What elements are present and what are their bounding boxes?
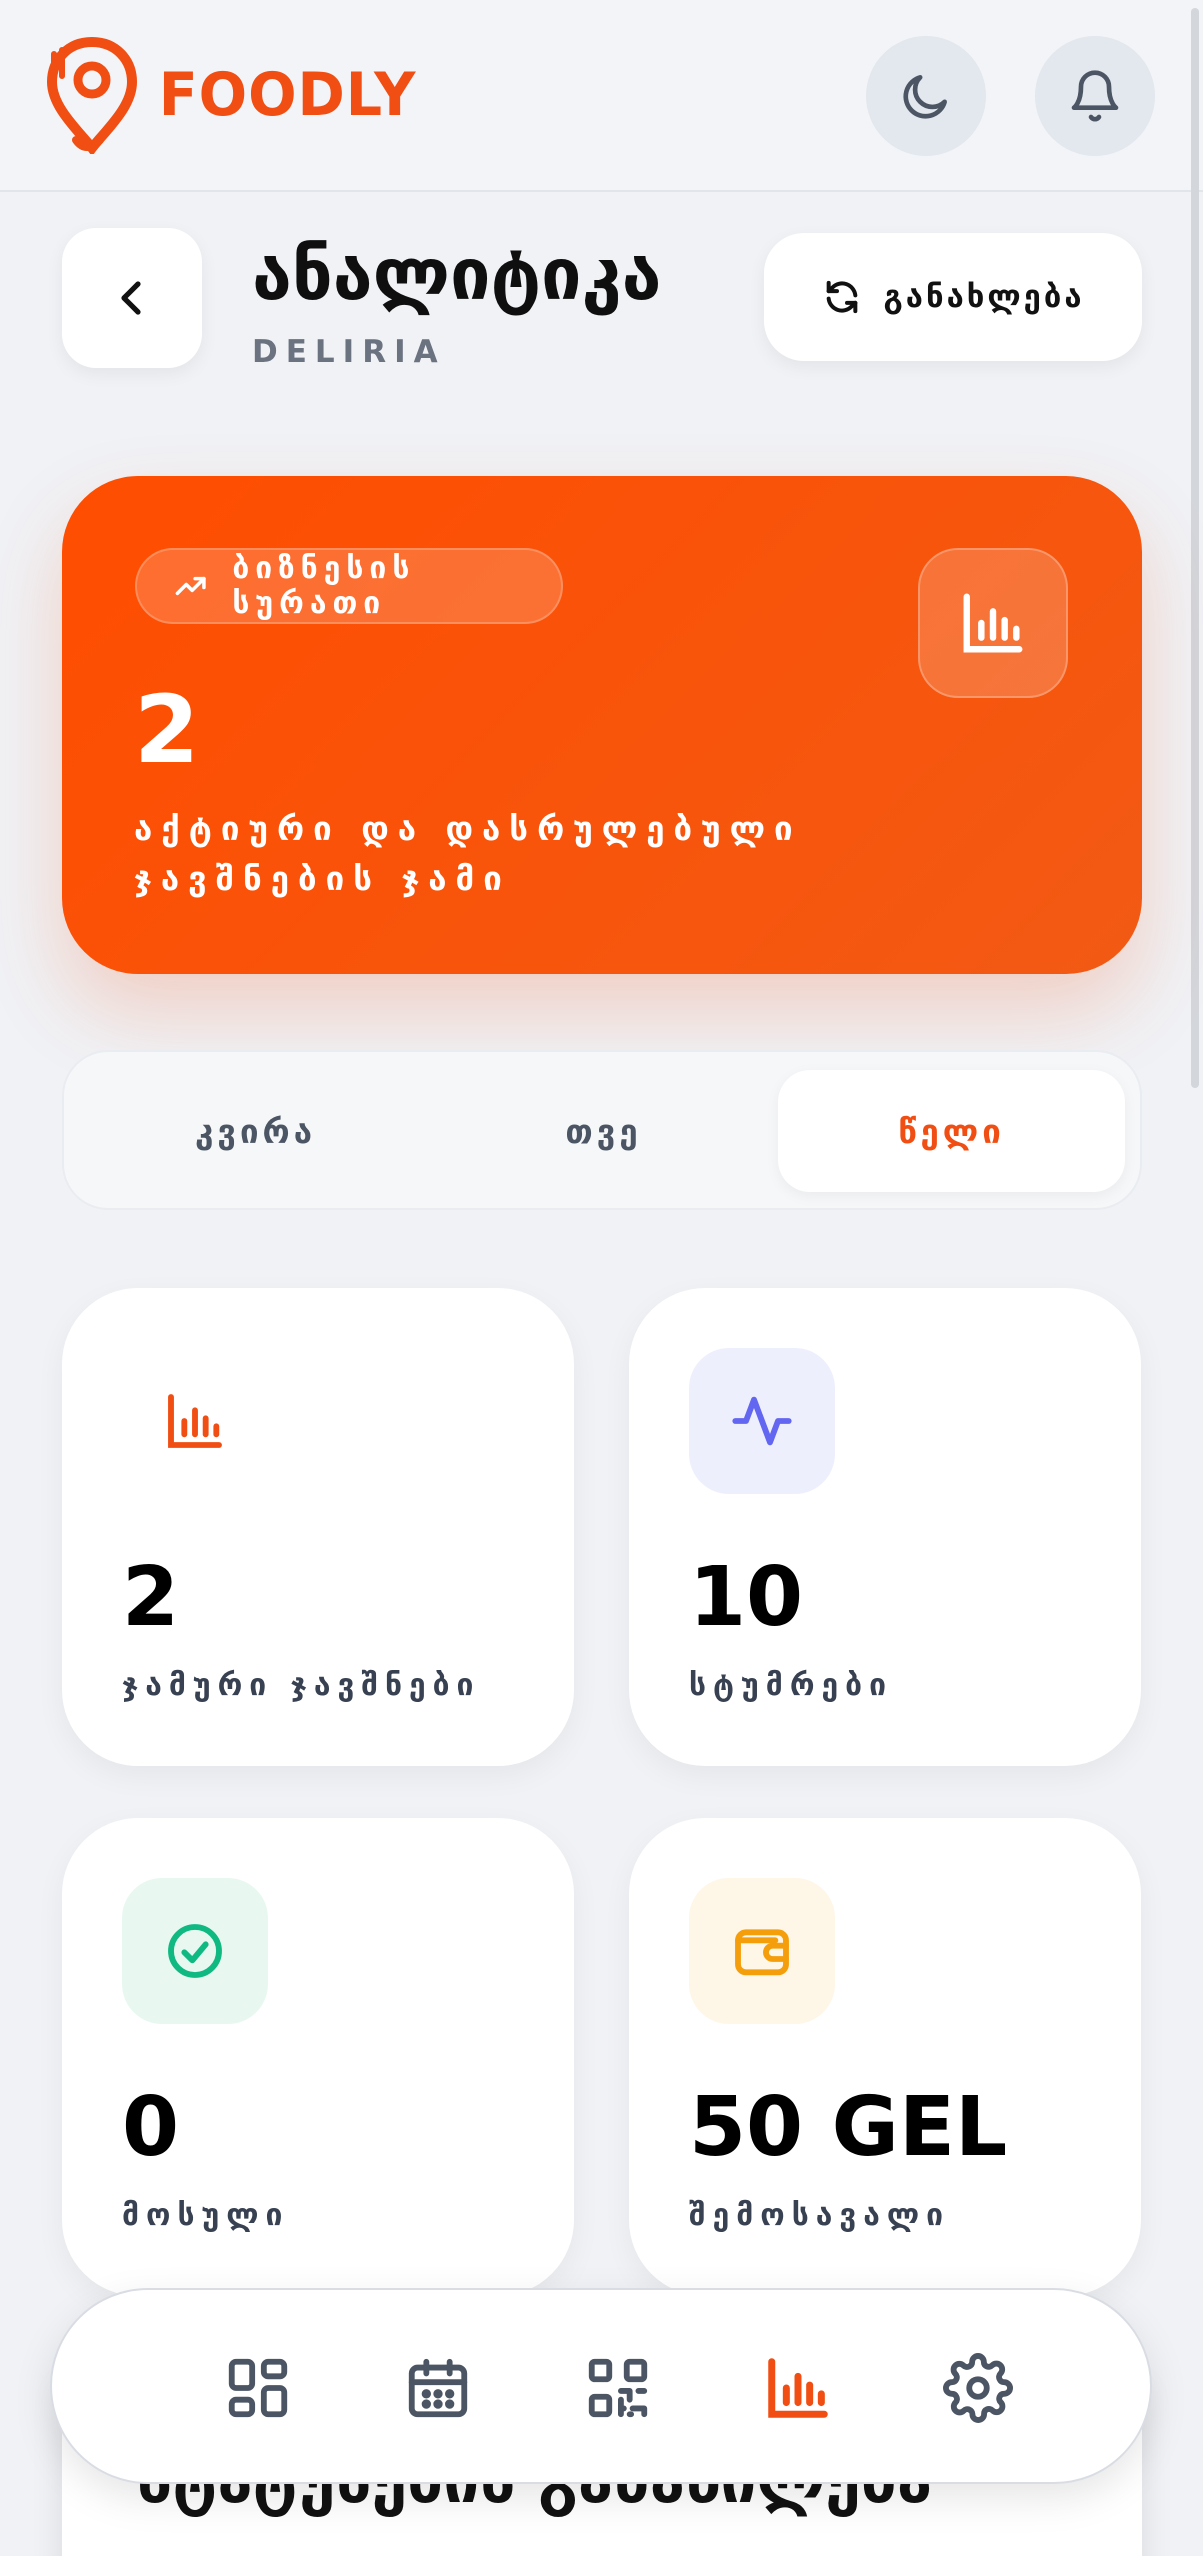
stat-card-revenue: 50 GEL შემოსავალი [629, 1818, 1141, 2296]
stat-icon-box [122, 1878, 268, 2024]
notifications-button[interactable] [1035, 36, 1155, 156]
page-scrollbar[interactable] [1191, 8, 1199, 1088]
stat-value: 10 [689, 1550, 804, 1645]
bottom-navigation [50, 2288, 1152, 2484]
theme-toggle-button[interactable] [866, 36, 986, 156]
settings-icon [943, 2353, 1013, 2423]
stat-value: 50 GEL [689, 2080, 1008, 2175]
dashboard-icon [228, 2358, 288, 2418]
business-summary-card: ბიზნესის სურათი 2 აქტიური და დასრულებული… [62, 476, 1142, 974]
summary-description: აქტიური და დასრულებული ჯავშნების ჯამი [134, 809, 802, 898]
check-circle-icon [168, 1924, 222, 1978]
nav-qr-scanner[interactable] [568, 2338, 668, 2438]
bell-icon [1071, 70, 1119, 122]
qr-code-icon [588, 2358, 648, 2418]
refresh-label: განახლება [883, 279, 1085, 315]
stat-label: მოსული [122, 2198, 290, 2233]
brand-logo[interactable]: FOODLY [46, 36, 423, 154]
refresh-button[interactable]: განახლება [764, 233, 1142, 361]
location-pin-icon [46, 36, 138, 154]
analytics-icon [768, 2358, 828, 2418]
brand-name: FOODLY [158, 60, 417, 130]
period-tabs: კვირა თვე წელი [62, 1050, 1142, 1210]
nav-calendar[interactable] [388, 2338, 488, 2438]
stat-card-guests: 10 სტუმრები [629, 1288, 1141, 1766]
tab-month[interactable]: თვე [430, 1070, 777, 1192]
page-title: ანალიტიკა [252, 232, 662, 316]
moon-icon [903, 75, 947, 119]
business-overview-badge: ბიზნესის სურათი [135, 548, 563, 624]
nav-dashboard[interactable] [208, 2338, 308, 2438]
stat-label: შემოსავალი [689, 2198, 951, 2233]
nav-analytics[interactable] [748, 2338, 848, 2438]
bar-chart-icon [168, 1394, 222, 1448]
trending-up-icon [175, 576, 206, 596]
bar-chart-icon [963, 593, 1023, 653]
badge-label: ბიზნესის სურათი [232, 551, 416, 621]
tab-year[interactable]: წელი [778, 1070, 1125, 1192]
wallet-icon [735, 1929, 789, 1976]
stat-value: 0 [122, 2080, 180, 2175]
stat-card-arrived: 0 მოსული [62, 1818, 574, 2296]
back-button[interactable] [62, 228, 202, 368]
stat-value: 2 [122, 1550, 180, 1645]
stat-icon-box [689, 1878, 835, 2024]
stat-card-total-bookings: 2 ჯამური ჯავშნები [62, 1288, 574, 1766]
chevron-left-icon [121, 281, 141, 315]
stat-label: სტუმრები [689, 1668, 893, 1703]
nav-settings[interactable] [928, 2338, 1028, 2438]
app-header: FOODLY [0, 0, 1203, 192]
stat-icon-box [689, 1348, 835, 1494]
total-bookings-value: 2 [134, 676, 200, 785]
refresh-icon [826, 280, 857, 314]
stat-label: ჯამური ჯავშნები [122, 1668, 481, 1703]
hero-chart-icon-box [918, 548, 1068, 698]
tab-week[interactable]: კვირა [82, 1070, 429, 1192]
restaurant-name: DELIRIA [252, 334, 446, 370]
calendar-icon [408, 2358, 468, 2418]
activity-icon [732, 1396, 792, 1446]
stat-icon-box [122, 1348, 268, 1494]
